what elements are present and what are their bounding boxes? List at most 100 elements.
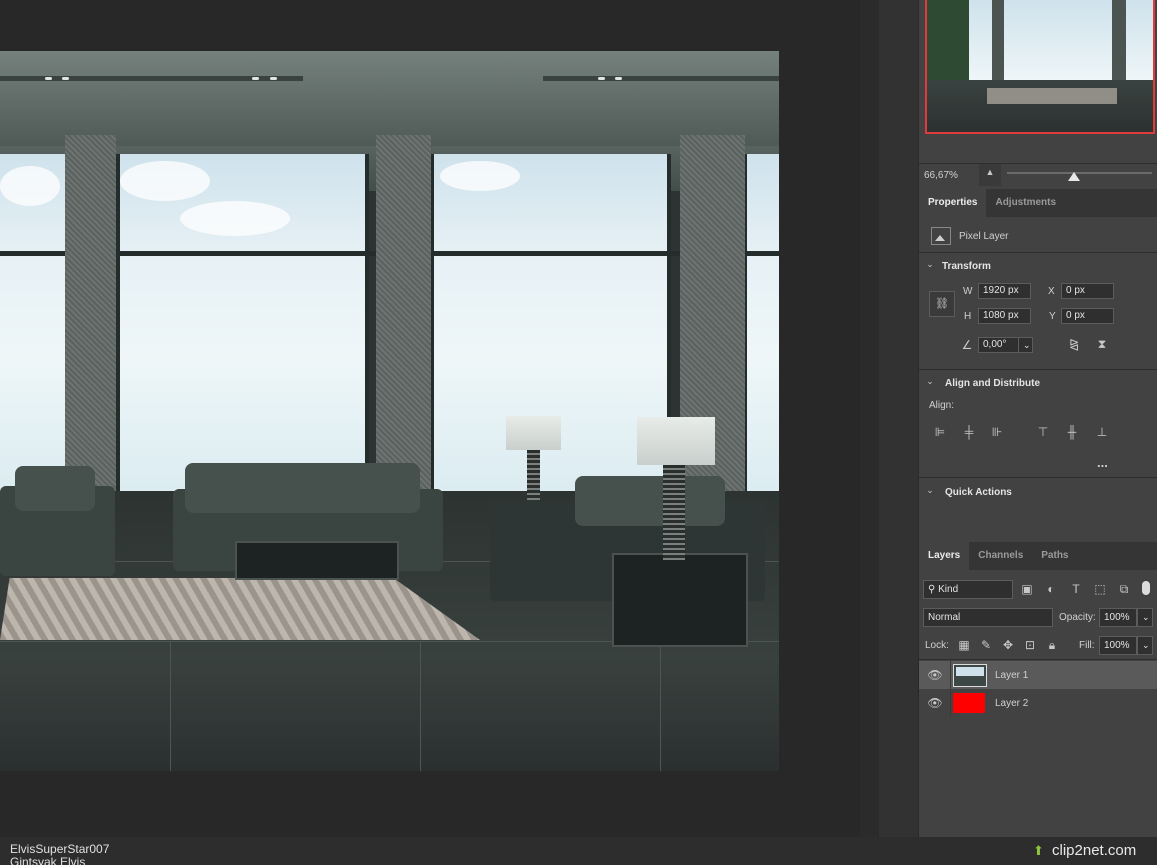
- zoom-out-button[interactable]: ▲: [979, 164, 1001, 186]
- tab-properties[interactable]: Properties: [919, 189, 987, 217]
- align-left-edges-icon[interactable]: ⊫: [932, 425, 948, 439]
- filter-smart-objects-icon[interactable]: ⧉: [1116, 582, 1132, 597]
- zoom-level[interactable]: 66,67%: [924, 170, 958, 181]
- align-horizontal-centers-icon[interactable]: ╪: [961, 425, 977, 439]
- zoom-slider-handle[interactable]: [1068, 172, 1080, 181]
- credit-username: ElvisSuperStar007: [10, 842, 110, 856]
- floor-tile-line: [660, 641, 661, 771]
- flip-horizontal-icon[interactable]: ⧎: [1065, 337, 1083, 351]
- lock-all-icon[interactable]: 🔒︎: [1045, 638, 1059, 653]
- align-right-edges-icon[interactable]: ⊪: [989, 425, 1005, 439]
- navigator-preview-pillar: [992, 0, 1004, 80]
- link-proportions-button[interactable]: ⛓: [929, 291, 955, 317]
- align-distribute-title[interactable]: Align and Distribute: [945, 378, 1040, 389]
- ceiling-light-strip: [543, 76, 779, 81]
- lock-image-pixels-icon[interactable]: ✎: [979, 638, 993, 652]
- canvas-area[interactable]: [0, 0, 860, 837]
- layer-thumbnail: [953, 664, 987, 687]
- more-options-button[interactable]: ...: [1097, 455, 1108, 470]
- divider: [919, 369, 1157, 370]
- scene-side-table: [612, 553, 748, 647]
- tab-channels[interactable]: Channels: [969, 542, 1032, 570]
- window-frame: [116, 154, 120, 494]
- floor-tile-line: [170, 641, 171, 771]
- ceiling-light: [62, 77, 69, 80]
- divider: [919, 477, 1157, 478]
- chevron-down-icon[interactable]: ⌄: [924, 259, 936, 270]
- status-bar: ElvisSuperStar007 Gintsyak Elvis ⬆ clip2…: [0, 837, 1157, 865]
- scene-cushion: [575, 476, 725, 526]
- tab-layers[interactable]: Layers: [919, 542, 970, 570]
- thumbnail-sky: [956, 667, 984, 676]
- filter-adjustment-layers-icon[interactable]: ◐: [1043, 582, 1059, 596]
- filter-toggle-switch[interactable]: [1142, 581, 1150, 595]
- scene-cloud: [440, 161, 520, 191]
- artboard-autonest-icon[interactable]: ⊡: [1023, 638, 1037, 652]
- width-field[interactable]: 1920 px: [978, 283, 1031, 299]
- panel-dock-strip: [878, 0, 919, 837]
- search-icon: ⚲: [928, 584, 939, 595]
- lock-position-icon[interactable]: ✥: [1001, 638, 1015, 652]
- x-position-field[interactable]: 0 px: [1061, 283, 1114, 299]
- navigator-preview-rug: [987, 88, 1117, 104]
- align-vertical-centers-icon[interactable]: ╫: [1064, 425, 1080, 439]
- canvas-scrollbar[interactable]: [860, 0, 878, 837]
- layer-type-label: Pixel Layer: [959, 231, 1009, 242]
- tab-adjustments[interactable]: Adjustments: [986, 189, 1065, 217]
- transform-title[interactable]: Transform: [942, 261, 991, 272]
- fill-dropdown[interactable]: ⌄: [1137, 636, 1153, 655]
- align-top-edges-icon[interactable]: ⊤: [1035, 425, 1051, 439]
- opacity-field[interactable]: 100%: [1099, 608, 1137, 627]
- y-position-field[interactable]: 0 px: [1061, 308, 1114, 324]
- angle-field[interactable]: 0,00°: [978, 337, 1020, 353]
- properties-tabbar: Properties Adjustments: [919, 189, 1157, 217]
- scene-pillar: [376, 135, 431, 515]
- floor-tile-line: [420, 641, 421, 771]
- layer-name[interactable]: Layer 1: [995, 670, 1028, 681]
- layers-tabbar: Layers Channels Paths: [919, 542, 1157, 570]
- upload-arrow-icon: ⬆: [1033, 843, 1044, 858]
- flip-vertical-icon[interactable]: ⧗: [1093, 337, 1111, 352]
- scene-lampshade: [637, 417, 715, 465]
- scene-lamp-base: [663, 465, 685, 560]
- blend-mode-select[interactable]: Normal: [923, 608, 1053, 627]
- fill-field[interactable]: 100%: [1099, 636, 1137, 655]
- eye-visibility-icon[interactable]: 👁︎: [927, 696, 943, 710]
- tab-paths[interactable]: Paths: [1032, 542, 1077, 570]
- scene-cushion: [185, 463, 420, 513]
- filter-type-layers-icon[interactable]: T: [1068, 582, 1084, 596]
- document-canvas[interactable]: [0, 51, 779, 771]
- height-field[interactable]: 1080 px: [978, 308, 1031, 324]
- navigator-preview[interactable]: [925, 0, 1155, 134]
- scene-lamp-base: [527, 450, 540, 500]
- image-icon-mountain: [935, 235, 945, 241]
- filter-pixel-layers-icon[interactable]: ▣: [1019, 582, 1035, 596]
- chain-link-icon: ⛓: [935, 298, 949, 310]
- width-label: W: [963, 286, 973, 297]
- chevron-down-icon[interactable]: ⌄: [924, 485, 936, 496]
- angle-dropdown[interactable]: ⌄: [1018, 337, 1033, 353]
- height-label: H: [964, 311, 972, 322]
- ceiling-light: [615, 77, 622, 80]
- quick-actions-title[interactable]: Quick Actions: [945, 487, 1012, 498]
- lock-label: Lock:: [925, 640, 949, 651]
- filter-shape-layers-icon[interactable]: ⬚: [1092, 582, 1108, 596]
- layer-row[interactable]: 👁︎ Layer 2: [919, 689, 1157, 717]
- scene-pillar: [65, 135, 116, 515]
- scene-cloud: [120, 161, 210, 201]
- opacity-dropdown[interactable]: ⌄: [1137, 608, 1153, 627]
- fill-label: Fill:: [1079, 640, 1095, 651]
- layer-name[interactable]: Layer 2: [995, 698, 1028, 709]
- eye-visibility-icon[interactable]: 👁︎: [927, 668, 943, 682]
- layer-row[interactable]: 👁︎ Layer 1: [919, 661, 1157, 689]
- layer-filter-kind-select[interactable]: ⚲ Kind: [923, 580, 1013, 599]
- scene-cloud: [180, 201, 290, 236]
- scene-cushion: [15, 466, 95, 511]
- align-bottom-edges-icon[interactable]: ⊥: [1094, 425, 1110, 439]
- lock-transparent-pixels-icon[interactable]: ▦: [957, 638, 971, 652]
- credit-author: Gintsyak Elvis: [10, 856, 86, 865]
- divider: [950, 661, 951, 689]
- align-label: Align:: [929, 400, 955, 411]
- chevron-down-icon[interactable]: ⌄: [924, 376, 936, 387]
- divider: [919, 252, 1157, 253]
